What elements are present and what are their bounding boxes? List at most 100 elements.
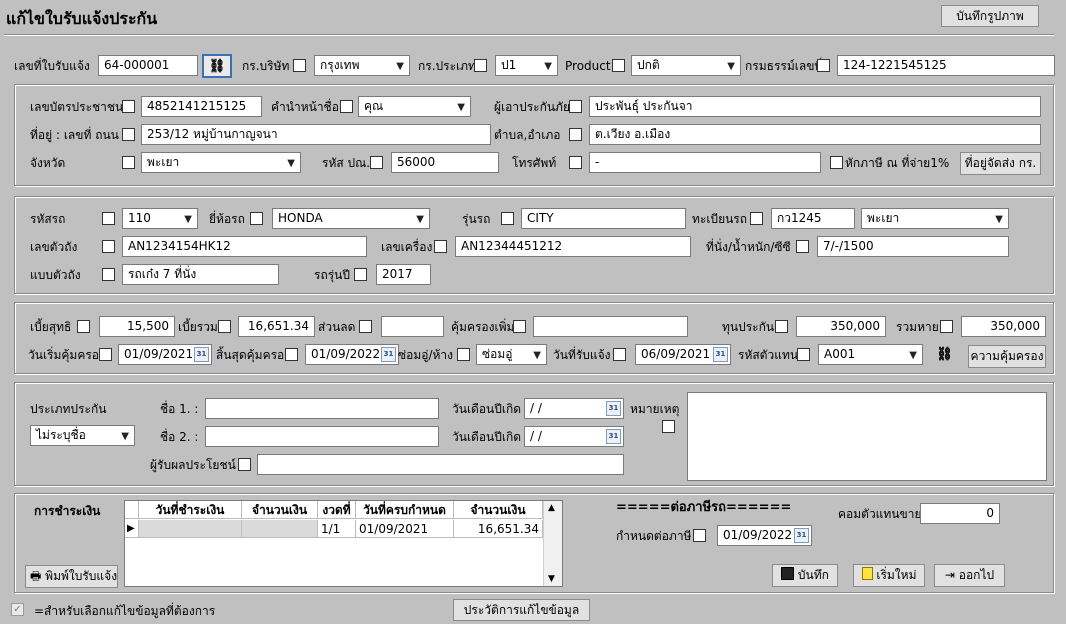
engine-checkbox[interactable] (434, 240, 447, 253)
calendar-icon[interactable]: 31 (713, 347, 728, 362)
remark-textarea[interactable] (687, 392, 1047, 481)
model-checkbox[interactable] (501, 212, 514, 225)
policy-no-input[interactable]: 124-1221545125 (837, 55, 1055, 76)
calendar-icon[interactable]: 31 (194, 347, 209, 362)
discount-checkbox[interactable] (359, 320, 372, 333)
body-input[interactable]: รถเก๋ง 7 ที่นั่ง (122, 264, 279, 285)
vehicle-code-select[interactable]: 110 ▼ (122, 208, 198, 229)
brand-select[interactable]: HONDA ▼ (272, 208, 430, 229)
ship-address-button[interactable]: ที่อยู่จัดส่ง กร. (960, 152, 1041, 175)
engine-input[interactable]: AN12344451212 (455, 236, 691, 257)
tax-due-input[interactable]: 01/09/2022 31 (717, 525, 812, 546)
address-input[interactable]: 253/12 หมู่บ้านกาญจนา (141, 124, 491, 145)
col-installment[interactable]: งวดที่ (318, 501, 356, 519)
phone-checkbox[interactable] (569, 156, 582, 169)
extra-coverage-input[interactable] (533, 316, 688, 337)
new-button[interactable]: เริ่มใหม่ (853, 564, 925, 587)
payment-grid[interactable]: วันที่ชำระเงิน จำนวนเงิน งวดที่ วันที่คร… (124, 500, 563, 587)
postcode-input[interactable]: 56000 (391, 152, 499, 173)
coverage-button[interactable]: ความคุ้มครอง (968, 345, 1046, 368)
phone-input[interactable]: - (589, 152, 821, 173)
discount-input[interactable] (381, 316, 444, 337)
chassis-checkbox[interactable] (102, 240, 115, 253)
id-input[interactable]: 4852141215125 (141, 96, 262, 117)
type-select[interactable]: ป1 ▼ (495, 55, 558, 76)
tax-due-checkbox[interactable] (693, 529, 706, 542)
receiver-checkbox[interactable] (238, 458, 251, 471)
total-loss-input[interactable]: 350,000 (961, 316, 1046, 337)
scroll-up-icon[interactable]: ▲ (548, 503, 555, 513)
postcode-checkbox[interactable] (370, 156, 383, 169)
net-premium-checkbox[interactable] (77, 320, 90, 333)
repair-select[interactable]: ซ่อมอู่ ▼ (476, 344, 547, 365)
scroll-down-icon[interactable]: ▼ (548, 574, 555, 584)
subdistrict-checkbox[interactable] (569, 128, 582, 141)
save-image-button[interactable]: บันทึกรูปภาพ (941, 5, 1039, 27)
agent-search-button[interactable]: ⛓ (931, 344, 958, 366)
cell-paid-date[interactable] (139, 520, 242, 538)
print-receipt-button[interactable]: 🖶 พิมพ์ใบรับแจ้ง (25, 565, 118, 588)
notify-date-checkbox[interactable] (613, 348, 626, 361)
sum-insured-input[interactable]: 350,000 (796, 316, 886, 337)
calendar-icon[interactable]: 31 (794, 528, 809, 543)
plate-input[interactable]: กว1245 (771, 208, 855, 229)
end-date-checkbox[interactable] (285, 348, 298, 361)
id-checkbox[interactable] (122, 100, 135, 113)
remark-checkbox[interactable] (662, 420, 675, 433)
brand-checkbox[interactable] (250, 212, 263, 225)
prefix-select[interactable]: คุณ ▼ (358, 96, 471, 117)
seat-input[interactable]: 7/-/1500 (817, 236, 1009, 257)
body-checkbox[interactable] (102, 268, 115, 281)
col-paid-amount[interactable]: จำนวนเงิน (242, 501, 318, 519)
dob1-input[interactable]: / / 31 (524, 398, 624, 419)
policy-checkbox[interactable] (817, 59, 830, 72)
year-input[interactable]: 2017 (376, 264, 431, 285)
edit-history-button[interactable]: ประวัติการแก้ไขข้อมูล (453, 599, 590, 621)
company-checkbox[interactable] (293, 59, 306, 72)
plate-checkbox[interactable] (750, 212, 763, 225)
end-date-input[interactable]: 01/09/2022 31 (305, 344, 399, 365)
total-premium-checkbox[interactable] (218, 320, 231, 333)
name1-input[interactable] (205, 398, 439, 419)
net-premium-input[interactable]: 15,500 (99, 316, 175, 337)
total-loss-checkbox[interactable] (940, 320, 953, 333)
calendar-icon[interactable]: 31 (606, 429, 621, 444)
model-input[interactable]: CITY (521, 208, 686, 229)
extra-coverage-checkbox[interactable] (513, 320, 526, 333)
total-premium-input[interactable]: 16,651.34 (238, 316, 315, 337)
cell-paid-amount[interactable] (242, 520, 318, 538)
col-due-date[interactable]: วันที่ครบกำหนด (356, 501, 454, 519)
exit-button[interactable]: ⇥ ออกไป (934, 564, 1005, 587)
province-select[interactable]: พะเยา ▼ (141, 152, 301, 173)
sum-insured-checkbox[interactable] (775, 320, 788, 333)
receipt-no-input[interactable]: 64-000001 (98, 55, 198, 76)
address-checkbox[interactable] (122, 128, 135, 141)
prefix-checkbox[interactable] (340, 100, 353, 113)
col-paid-date[interactable]: วันที่ชำระเงิน (139, 501, 242, 519)
cell-amount[interactable]: 16,651.34 (454, 520, 543, 538)
dob2-input[interactable]: / / 31 (524, 426, 624, 447)
insured-checkbox[interactable] (569, 100, 582, 113)
product-select[interactable]: ปกติ ▼ (631, 55, 741, 76)
type-checkbox[interactable] (474, 59, 487, 72)
agent-select[interactable]: A001 ▼ (818, 344, 923, 365)
year-checkbox[interactable] (354, 268, 367, 281)
receiver-input[interactable] (257, 454, 624, 475)
calendar-icon[interactable]: 31 (606, 401, 621, 416)
plate-province-select[interactable]: พะเยา ▼ (861, 208, 1009, 229)
agent-checkbox[interactable] (797, 348, 810, 361)
insurance-type-select[interactable]: ไม่ระบุชื่อ ▼ (30, 425, 135, 446)
receipt-search-button[interactable]: ⛓ (202, 54, 232, 78)
chassis-input[interactable]: AN1234154HK12 (122, 236, 367, 257)
grid-scrollbar[interactable]: ▲ ▼ (543, 501, 562, 586)
company-select[interactable]: กรุงเทพ ▼ (314, 55, 410, 76)
withholding-checkbox[interactable] (830, 156, 843, 169)
col-amount[interactable]: จำนวนเงิน (454, 501, 543, 519)
cell-installment[interactable]: 1/1 (318, 520, 356, 538)
subdistrict-input[interactable]: ต.เวียง อ.เมือง (589, 124, 1041, 145)
province-checkbox[interactable] (122, 156, 135, 169)
vehicle-code-checkbox[interactable] (102, 212, 115, 225)
calendar-icon[interactable]: 31 (381, 347, 396, 362)
commission-input[interactable]: 0 (920, 503, 1000, 524)
name2-input[interactable] (205, 426, 439, 447)
